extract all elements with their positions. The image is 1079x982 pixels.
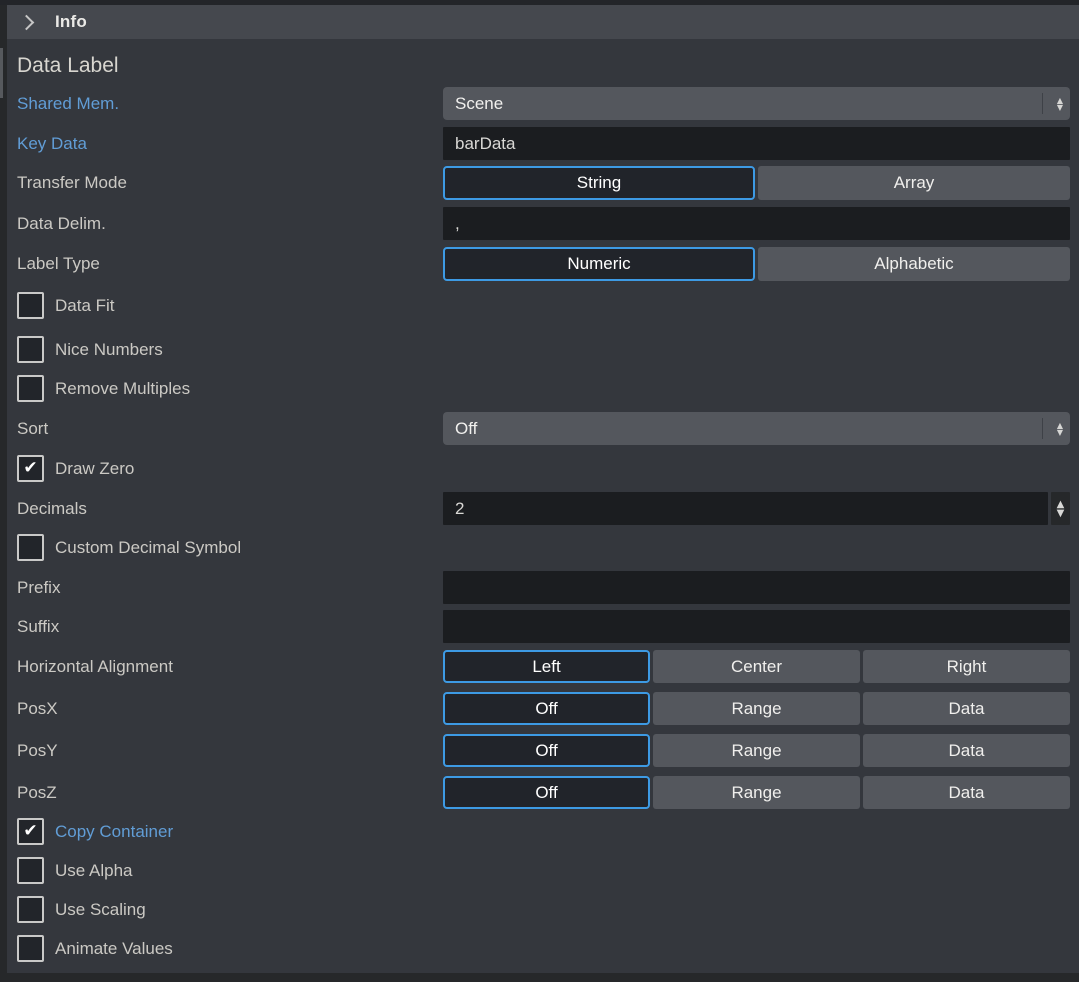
pos-z-option-data[interactable]: Data xyxy=(863,776,1070,809)
data-fit-checkbox[interactable] xyxy=(17,292,44,319)
spinner-down-icon[interactable]: ▼ xyxy=(1057,509,1065,518)
suffix-input[interactable] xyxy=(443,610,1070,643)
horizontal-alignment-option-right[interactable]: Right xyxy=(863,650,1070,683)
custom-decimal-symbol-checkbox[interactable] xyxy=(17,534,44,561)
transfer-mode-option-array[interactable]: Array xyxy=(758,166,1070,200)
key-data-input[interactable] xyxy=(443,127,1070,160)
pos-y-option-range[interactable]: Range xyxy=(653,734,860,767)
checkbox-row-copy-container: ✔ Copy Container xyxy=(17,818,1079,845)
field-row-sort: Sort Off ▲▼ xyxy=(17,412,1079,445)
field-row-suffix: Suffix xyxy=(17,610,1079,643)
pos-y-option-off[interactable]: Off xyxy=(443,734,650,767)
chevron-right-icon[interactable] xyxy=(19,14,35,30)
remove-multiples-checkbox[interactable] xyxy=(17,375,44,402)
decimals-input[interactable] xyxy=(443,492,1048,525)
sort-dropdown[interactable]: Off ▲▼ xyxy=(443,412,1070,445)
pos-x-label: PosX xyxy=(17,692,443,725)
prefix-input[interactable] xyxy=(443,571,1070,604)
checkbox-row-nice-numbers: Nice Numbers xyxy=(17,336,1079,363)
field-row-label-type: Label Type Numeric Alphabetic xyxy=(17,247,1079,281)
use-alpha-label[interactable]: Use Alpha xyxy=(55,861,133,881)
use-alpha-checkbox[interactable] xyxy=(17,857,44,884)
data-fit-label[interactable]: Data Fit xyxy=(55,296,115,316)
pos-x-option-data[interactable]: Data xyxy=(863,692,1070,725)
bottom-divider xyxy=(0,973,1079,982)
pos-z-label: PosZ xyxy=(17,776,443,809)
data-delim-label: Data Delim. xyxy=(17,207,443,240)
section-title: Data Label xyxy=(17,52,1079,80)
field-row-data-delim: Data Delim. xyxy=(17,207,1079,240)
field-row-shared-mem: Shared Mem. Scene ▲▼ xyxy=(17,87,1079,120)
pos-y-label: PosY xyxy=(17,734,443,767)
field-row-pos-z: PosZ Off Range Data xyxy=(17,776,1079,809)
info-header-title: Info xyxy=(55,12,87,32)
checkmark-icon: ✔ xyxy=(23,457,37,480)
checkbox-row-custom-decimal-symbol: Custom Decimal Symbol xyxy=(17,534,1079,561)
key-data-label: Key Data xyxy=(17,127,443,160)
checkbox-row-data-fit: Data Fit xyxy=(17,292,1079,319)
decimals-spinner[interactable]: ▲ ▼ xyxy=(1051,492,1070,525)
nice-numbers-label[interactable]: Nice Numbers xyxy=(55,340,163,360)
data-delim-input[interactable] xyxy=(443,207,1070,240)
horizontal-alignment-label: Horizontal Alignment xyxy=(17,650,443,683)
use-scaling-checkbox[interactable] xyxy=(17,896,44,923)
dropdown-updown-icon: ▲▼ xyxy=(1057,422,1063,436)
info-header[interactable]: Info xyxy=(7,5,1079,39)
shared-mem-label: Shared Mem. xyxy=(17,87,443,120)
animate-values-label[interactable]: Animate Values xyxy=(55,939,173,959)
shared-mem-dropdown[interactable]: Scene ▲▼ xyxy=(443,87,1070,120)
transfer-mode-label: Transfer Mode xyxy=(17,166,443,200)
checkmark-icon: ✔ xyxy=(23,820,37,843)
dropdown-updown-icon: ▲▼ xyxy=(1057,97,1063,111)
checkbox-row-use-scaling: Use Scaling xyxy=(17,896,1079,923)
use-scaling-label[interactable]: Use Scaling xyxy=(55,900,146,920)
nice-numbers-checkbox[interactable] xyxy=(17,336,44,363)
field-row-key-data: Key Data xyxy=(17,127,1079,160)
pos-z-option-range[interactable]: Range xyxy=(653,776,860,809)
remove-multiples-label[interactable]: Remove Multiples xyxy=(55,379,190,399)
decimals-label: Decimals xyxy=(17,492,443,525)
horizontal-alignment-option-center[interactable]: Center xyxy=(653,650,860,683)
label-type-option-alphabetic[interactable]: Alphabetic xyxy=(758,247,1070,281)
left-scrollbar-thumb[interactable] xyxy=(0,48,3,98)
checkbox-row-use-alpha: Use Alpha xyxy=(17,857,1079,884)
label-type-label: Label Type xyxy=(17,247,443,281)
animate-values-checkbox[interactable] xyxy=(17,935,44,962)
shared-mem-value: Scene xyxy=(455,94,503,114)
checkbox-row-animate-values: Animate Values xyxy=(17,935,1079,962)
transfer-mode-option-string[interactable]: String xyxy=(443,166,755,200)
properties-panel: Info Data Label Shared Mem. Scene ▲▼ Key… xyxy=(0,0,1079,982)
draw-zero-label[interactable]: Draw Zero xyxy=(55,459,134,479)
field-row-pos-x: PosX Off Range Data xyxy=(17,692,1079,725)
field-row-decimals: Decimals ▲ ▼ xyxy=(17,492,1079,525)
field-row-pos-y: PosY Off Range Data xyxy=(17,734,1079,767)
horizontal-alignment-option-left[interactable]: Left xyxy=(443,650,650,683)
field-row-horizontal-alignment: Horizontal Alignment Left Center Right xyxy=(17,650,1079,683)
dropdown-divider xyxy=(1042,418,1043,439)
pos-z-option-off[interactable]: Off xyxy=(443,776,650,809)
pos-x-option-off[interactable]: Off xyxy=(443,692,650,725)
property-list: Data Label Shared Mem. Scene ▲▼ Key Data xyxy=(7,39,1079,962)
field-row-prefix: Prefix xyxy=(17,571,1079,604)
label-type-option-numeric[interactable]: Numeric xyxy=(443,247,755,281)
checkbox-row-remove-multiples: Remove Multiples xyxy=(17,375,1079,402)
checkbox-row-draw-zero: ✔ Draw Zero xyxy=(17,455,1079,482)
prefix-label: Prefix xyxy=(17,571,443,604)
field-row-transfer-mode: Transfer Mode String Array xyxy=(17,166,1079,200)
pos-y-option-data[interactable]: Data xyxy=(863,734,1070,767)
pos-x-option-range[interactable]: Range xyxy=(653,692,860,725)
dropdown-divider xyxy=(1042,93,1043,114)
suffix-label: Suffix xyxy=(17,610,443,643)
sort-label: Sort xyxy=(17,412,443,445)
copy-container-label[interactable]: Copy Container xyxy=(55,822,173,842)
sort-value: Off xyxy=(455,419,477,439)
custom-decimal-symbol-label[interactable]: Custom Decimal Symbol xyxy=(55,538,241,558)
draw-zero-checkbox[interactable]: ✔ xyxy=(17,455,44,482)
left-scrollbar-rail[interactable] xyxy=(0,5,7,982)
copy-container-checkbox[interactable]: ✔ xyxy=(17,818,44,845)
